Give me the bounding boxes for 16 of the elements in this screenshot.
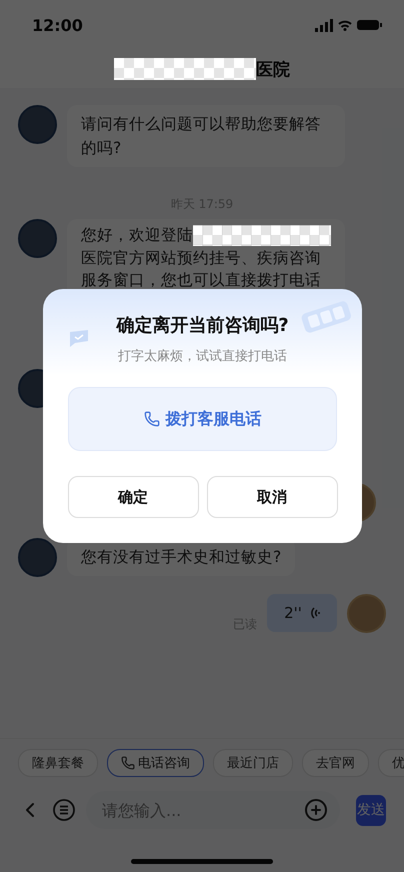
- send-button[interactable]: 发送: [356, 794, 386, 826]
- status-time: 12:00: [32, 16, 83, 34]
- message-text: 您好，欢迎登陆: [81, 225, 193, 246]
- quick-reply-chip[interactable]: 去官网: [302, 749, 369, 777]
- call-service-button[interactable]: 拨打客服电话: [68, 387, 337, 451]
- voice-message[interactable]: 2'': [267, 594, 337, 632]
- quick-reply-chip[interactable]: 最近门店: [213, 749, 293, 777]
- dialog-button[interactable]: 确定: [68, 476, 198, 518]
- dialog-title: 确定离开当前咨询吗?: [116, 314, 289, 337]
- dialog-subtitle: 打字太麻烦，试试直接打电话: [118, 348, 287, 365]
- quick-reply-chip[interactable]: 电话咨询: [107, 749, 204, 777]
- message-bubble: 请问有什么问题可以帮助您要解答的吗?: [67, 105, 345, 167]
- quick-reply-chip[interactable]: 隆鼻套餐: [18, 749, 98, 777]
- message-text: 医院官方网站预约挂号、疾病咨询服务窗口，您也可以直接拨打电话: [81, 248, 322, 291]
- header-title: 医院: [256, 58, 290, 80]
- dialog-button[interactable]: 取消: [206, 476, 338, 518]
